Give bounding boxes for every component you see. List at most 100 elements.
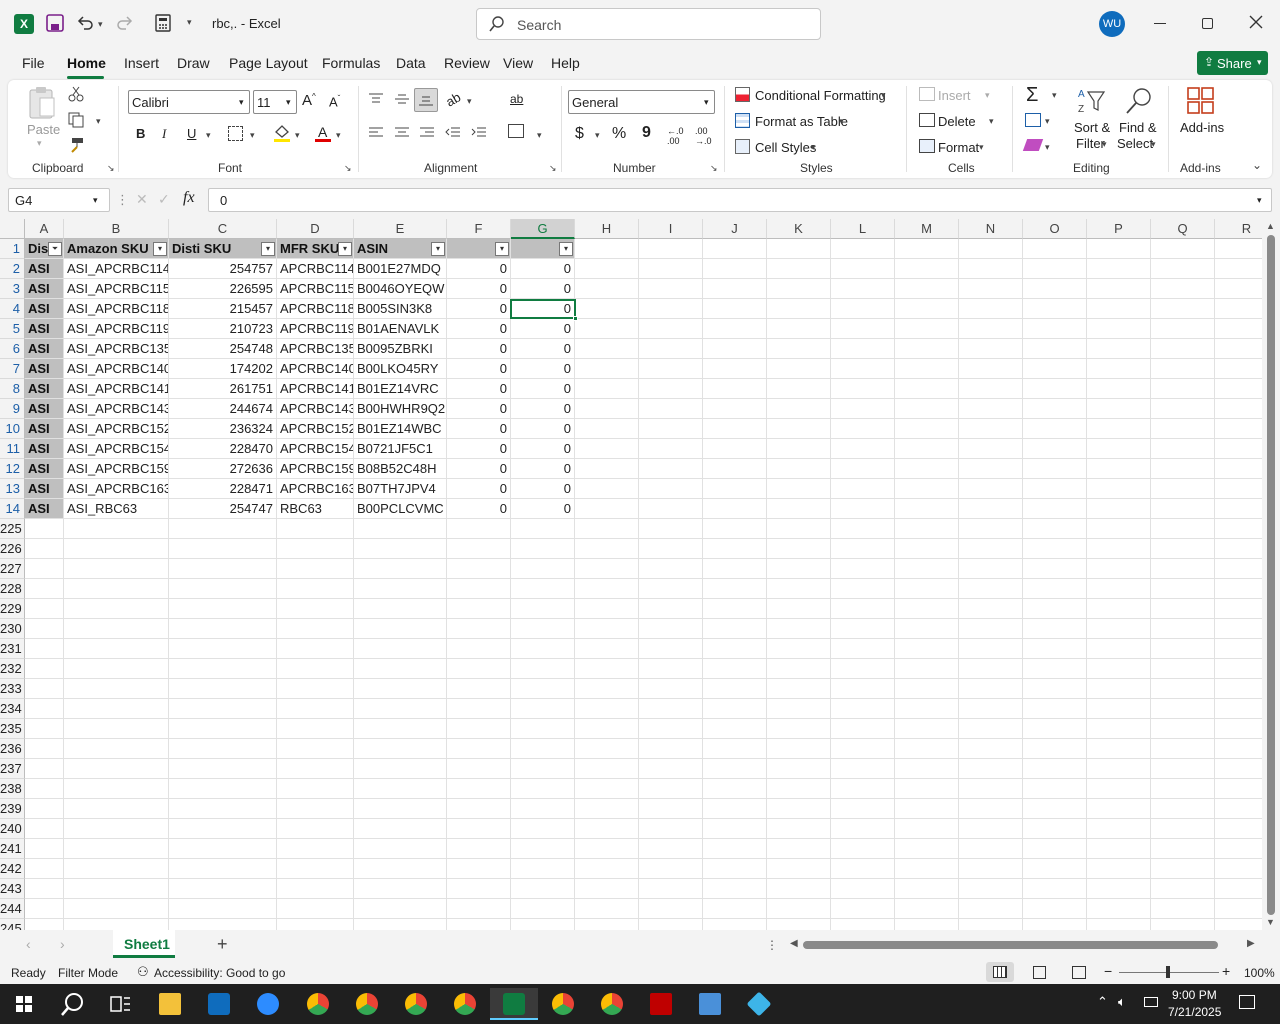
autosum-icon[interactable]: Σ (1026, 84, 1038, 107)
font-launcher-icon[interactable]: ↘ (344, 163, 352, 174)
cell[interactable] (767, 259, 831, 279)
cell[interactable] (511, 759, 575, 779)
chrome-icon[interactable] (298, 988, 338, 1020)
cell[interactable] (639, 839, 703, 859)
cell[interactable] (1215, 599, 1262, 619)
cell[interactable] (1215, 839, 1262, 859)
calculator-icon[interactable] (155, 14, 171, 32)
cell[interactable] (1087, 319, 1151, 339)
collapse-ribbon-icon[interactable]: ⌄ (1252, 158, 1262, 172)
cell[interactable] (639, 739, 703, 759)
table-cell[interactable]: 0 (447, 319, 511, 339)
cell[interactable] (767, 399, 831, 419)
cell[interactable] (447, 639, 511, 659)
row-header[interactable]: 8 (0, 379, 25, 399)
cell[interactable] (1215, 859, 1262, 879)
table-cell[interactable]: B00LKO45RY (354, 359, 447, 379)
cell[interactable] (1087, 239, 1151, 259)
cell[interactable] (25, 879, 64, 899)
cell[interactable] (767, 479, 831, 499)
table-cell[interactable]: ASI (25, 399, 64, 419)
zoom-out-icon[interactable]: − (1104, 963, 1112, 979)
cell[interactable] (703, 919, 767, 930)
cell[interactable] (895, 639, 959, 659)
fill-color-dropdown-icon[interactable]: ▾ (295, 130, 300, 141)
table-cell[interactable]: ASI (25, 359, 64, 379)
cell[interactable] (639, 559, 703, 579)
page-break-view-icon[interactable] (1072, 966, 1086, 979)
menu-page-layout[interactable]: Page Layout (229, 55, 308, 71)
cell[interactable] (831, 779, 895, 799)
cell[interactable] (277, 819, 354, 839)
cell[interactable] (1215, 699, 1262, 719)
cell[interactable] (64, 839, 169, 859)
cell[interactable] (354, 619, 447, 639)
cell[interactable] (767, 339, 831, 359)
cell[interactable] (1087, 759, 1151, 779)
cell[interactable] (895, 439, 959, 459)
cell[interactable] (1087, 519, 1151, 539)
cell[interactable] (959, 619, 1023, 639)
format-cells-button[interactable]: Format (938, 140, 979, 155)
cell[interactable] (959, 279, 1023, 299)
cell[interactable] (1215, 339, 1262, 359)
cell[interactable] (575, 599, 639, 619)
cell[interactable] (447, 679, 511, 699)
column-header-h[interactable]: H (575, 219, 639, 239)
cell[interactable] (703, 499, 767, 519)
clipboard-launcher-icon[interactable]: ↘ (107, 163, 115, 174)
cell[interactable] (1087, 539, 1151, 559)
cell[interactable] (703, 759, 767, 779)
paste-label[interactable]: Paste (27, 122, 60, 137)
cell[interactable] (1215, 799, 1262, 819)
table-cell[interactable]: B00PCLCVMC (354, 499, 447, 519)
table-cell[interactable]: APCRBC159 (277, 459, 354, 479)
cell[interactable] (25, 859, 64, 879)
cell[interactable] (1023, 619, 1087, 639)
cell[interactable] (447, 619, 511, 639)
cell[interactable] (169, 619, 277, 639)
align-center-icon[interactable] (394, 126, 410, 140)
cell[interactable] (1151, 339, 1215, 359)
paste-icon[interactable] (28, 86, 56, 120)
menu-draw[interactable]: Draw (177, 55, 210, 71)
cell[interactable] (511, 819, 575, 839)
cell[interactable] (1151, 679, 1215, 699)
cell[interactable] (169, 839, 277, 859)
cell[interactable] (1087, 299, 1151, 319)
undo-dropdown-icon[interactable]: ▾ (98, 19, 103, 30)
column-header-b[interactable]: B (64, 219, 169, 239)
table-cell[interactable]: 0 (511, 339, 575, 359)
merge-center-icon[interactable] (508, 124, 524, 138)
cell[interactable] (25, 819, 64, 839)
cell[interactable] (703, 679, 767, 699)
cell[interactable] (511, 779, 575, 799)
cell[interactable] (354, 799, 447, 819)
name-box[interactable]: G4 ▾ (8, 188, 110, 212)
underline-icon[interactable]: U (187, 126, 196, 141)
table-cell[interactable]: 0 (511, 379, 575, 399)
cell[interactable] (959, 559, 1023, 579)
cell[interactable] (447, 539, 511, 559)
cell[interactable] (1151, 879, 1215, 899)
column-header-c[interactable]: C (169, 219, 277, 239)
cell[interactable] (895, 799, 959, 819)
table-cell[interactable]: 0 (447, 279, 511, 299)
more-options-icon[interactable]: ⋮ (116, 192, 129, 208)
filter-dropdown-icon[interactable]: ▾ (338, 242, 352, 256)
table-cell[interactable]: B01AENAVLK (354, 319, 447, 339)
cell[interactable] (1087, 779, 1151, 799)
cell[interactable] (703, 239, 767, 259)
cell[interactable] (354, 699, 447, 719)
percent-icon[interactable]: % (612, 125, 626, 143)
cell[interactable] (1151, 659, 1215, 679)
cell[interactable] (64, 639, 169, 659)
orientation-dropdown-icon[interactable]: ▾ (467, 96, 472, 107)
cell[interactable] (1151, 259, 1215, 279)
calculator-app-icon[interactable] (690, 988, 730, 1020)
cell[interactable] (639, 359, 703, 379)
page-layout-view-icon[interactable] (1033, 966, 1046, 979)
cell[interactable] (354, 639, 447, 659)
cell[interactable] (703, 799, 767, 819)
add-sheet-icon[interactable]: + (217, 934, 228, 955)
